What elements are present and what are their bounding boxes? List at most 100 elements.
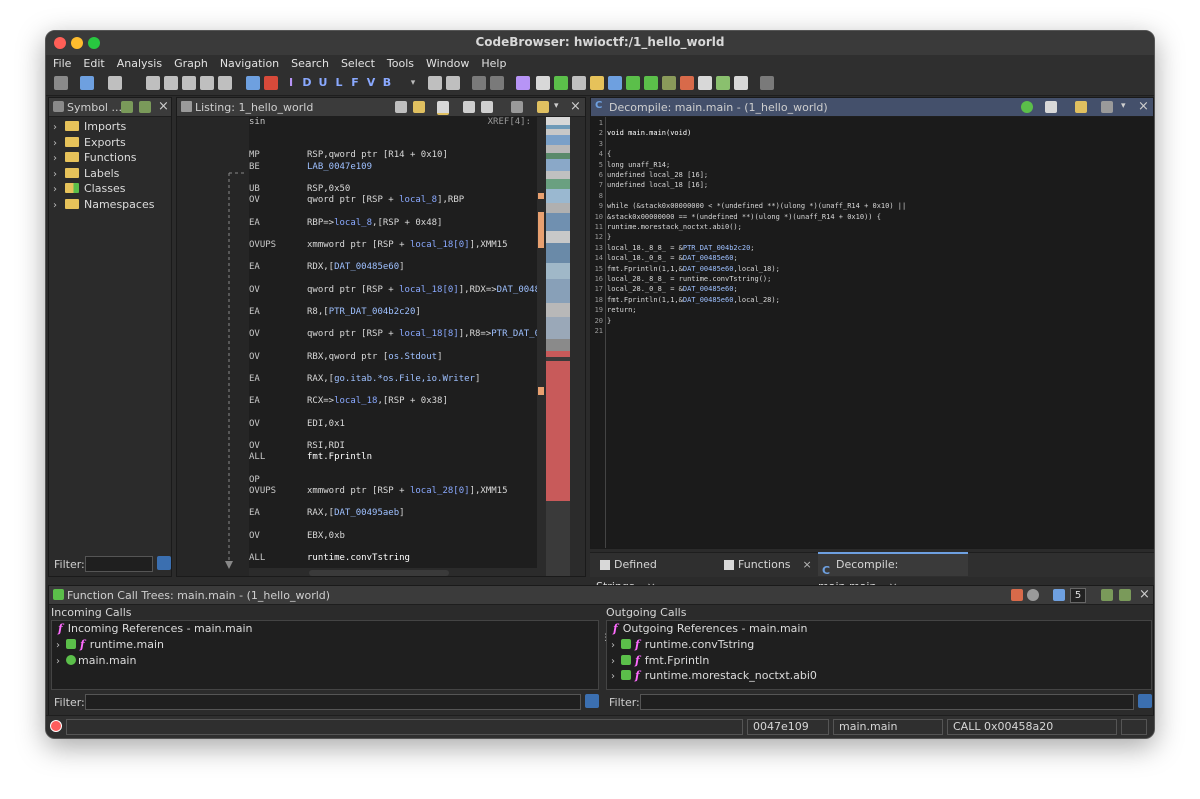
chevron-right-icon[interactable]: › [56,640,66,651]
close-icon[interactable]: × [1139,587,1150,602]
toolbar-nav-l-button[interactable]: L [332,76,346,90]
cut-icon[interactable] [428,76,442,90]
filter-depth-icon[interactable] [1053,589,1065,601]
outgoing-tree[interactable]: f Outgoing References - main.main › f runtim… [606,620,1152,690]
memory-map-icon[interactable] [572,76,586,90]
folder-icon[interactable] [590,76,604,90]
snapshot-icon[interactable] [511,101,523,113]
menu-graph[interactable]: Graph [167,55,213,70]
diff-view-icon[interactable] [481,101,493,113]
chevron-right-icon[interactable]: › [611,656,621,667]
chevron-right-icon[interactable]: › [53,138,63,149]
next-data-icon[interactable] [164,76,178,90]
copy-icon[interactable] [395,101,407,113]
toolbar-nav-i-button[interactable]: I [284,76,298,90]
symbol-tree-item-imports[interactable]: › Imports [53,120,126,135]
symbol-filter-input[interactable] [85,556,153,572]
tab-decompile-main-main[interactable]: CDecompile: main.main× [818,552,968,593]
listing-vscroll-track[interactable] [537,117,545,576]
close-icon[interactable]: × [570,99,581,114]
bytes-icon[interactable] [680,76,694,90]
symbol-tree-item-exports[interactable]: › Exports [53,136,126,151]
menu-window[interactable]: Window [419,55,474,70]
refresh-icon[interactable] [1021,101,1033,113]
outgoing-call-item[interactable]: › f runtime.convTstring [611,638,754,653]
toolbar-nav-u-button[interactable]: U [316,76,330,90]
listing-vscroll-thumb[interactable] [538,212,544,248]
menu-chevron-icon[interactable]: ▾ [1121,101,1126,111]
paste-icon[interactable] [446,76,460,90]
create-namespace-icon[interactable] [121,101,133,113]
menu-select[interactable]: Select [334,55,380,70]
copy-icon[interactable] [1045,101,1057,113]
paste-icon[interactable] [413,101,425,113]
listing-hscroll[interactable] [309,570,449,576]
display-options-icon[interactable] [537,101,549,113]
symbol-tree-item-classes[interactable]: › Classes [53,182,125,197]
hierarchy-icon[interactable] [734,76,748,90]
tab-defined-strings[interactable]: Defined Strings× [596,554,716,593]
menu-file[interactable]: File [46,55,76,70]
console-icon[interactable] [50,720,62,732]
script-icon[interactable] [536,76,550,90]
decompiler-icon[interactable] [608,76,622,90]
incoming-filter-input[interactable] [85,694,581,710]
close-icon[interactable]: × [158,99,169,114]
outgoing-root[interactable]: f Outgoing References - main.main [611,622,807,637]
incoming-tree[interactable]: f Incoming References - main.main › f runtim… [51,620,599,690]
incoming-call-item[interactable]: › main.main [56,654,136,669]
bookmark-icon[interactable] [264,76,278,90]
edit-signature-icon[interactable] [1075,101,1087,113]
close-icon[interactable]: × [803,558,812,571]
outgoing-filter-input[interactable] [640,694,1134,710]
field-editor-icon[interactable] [463,101,475,113]
down-arrow-icon[interactable] [246,76,260,90]
snapshot-icon[interactable] [1101,101,1113,113]
chevron-right-icon[interactable]: › [611,640,621,651]
toolbar-nav-f-button[interactable]: F [348,76,362,90]
forward-icon[interactable] [108,76,122,90]
redo-icon[interactable] [490,76,504,90]
toolbar-nav-b-button[interactable]: B [380,76,394,90]
image-icon[interactable] [716,76,730,90]
chevron-right-icon[interactable]: › [53,169,63,180]
outgoing-call-item[interactable]: › f fmt.Fprintln [611,654,709,669]
next-function-icon[interactable] [218,76,232,90]
terminal-icon[interactable] [662,76,676,90]
incoming-root[interactable]: f Incoming References - main.main [56,622,253,637]
next-instruction-icon[interactable] [182,76,196,90]
run-icon[interactable] [644,76,658,90]
menu-edit[interactable]: Edit [76,55,109,70]
symbol-tree-item-namespaces[interactable]: › Namespaces [53,198,154,213]
chevron-right-icon[interactable]: › [56,656,66,667]
refresh-icon[interactable] [1027,589,1039,601]
back-icon[interactable] [80,76,94,90]
incoming-call-item[interactable]: › f runtime.main [56,638,164,653]
menu-tools[interactable]: Tools [380,55,419,70]
chevron-right-icon[interactable]: › [53,153,63,164]
toolbar-nav-d-button[interactable]: D [300,76,314,90]
filter-options-icon[interactable] [1138,694,1152,708]
decompile-code-area[interactable]: 1 2 void main.main(void) 3 4{5 long unaff_R1… [591,117,1153,548]
outgoing-call-item[interactable]: › f runtime.morestack_noctxt.abi0 [611,669,817,684]
snapshot-icon[interactable] [139,101,151,113]
symbol-tree-item-functions[interactable]: › Functions [53,151,137,166]
menu-navigation[interactable]: Navigation [213,55,284,70]
undo-icon[interactable] [472,76,486,90]
snapshot-icon[interactable] [1119,589,1131,601]
check-icon[interactable] [516,76,530,90]
list-icon[interactable] [698,76,712,90]
depth-field[interactable]: 5 [1070,588,1086,603]
filter-options-icon[interactable] [585,694,599,708]
filter-options-icon[interactable] [157,556,171,570]
chevron-down-icon[interactable]: ▾ [406,76,420,90]
refresh-icon[interactable] [554,76,568,90]
help-icon[interactable] [760,76,774,90]
split-handle[interactable]: ⋮ [601,634,610,656]
menu-help[interactable]: Help [474,55,511,70]
save-icon[interactable] [54,76,68,90]
close-icon[interactable]: × [1138,99,1149,114]
label-history-icon[interactable] [146,76,160,90]
cursor-icon[interactable] [437,101,449,115]
chevron-right-icon[interactable]: › [53,122,63,133]
